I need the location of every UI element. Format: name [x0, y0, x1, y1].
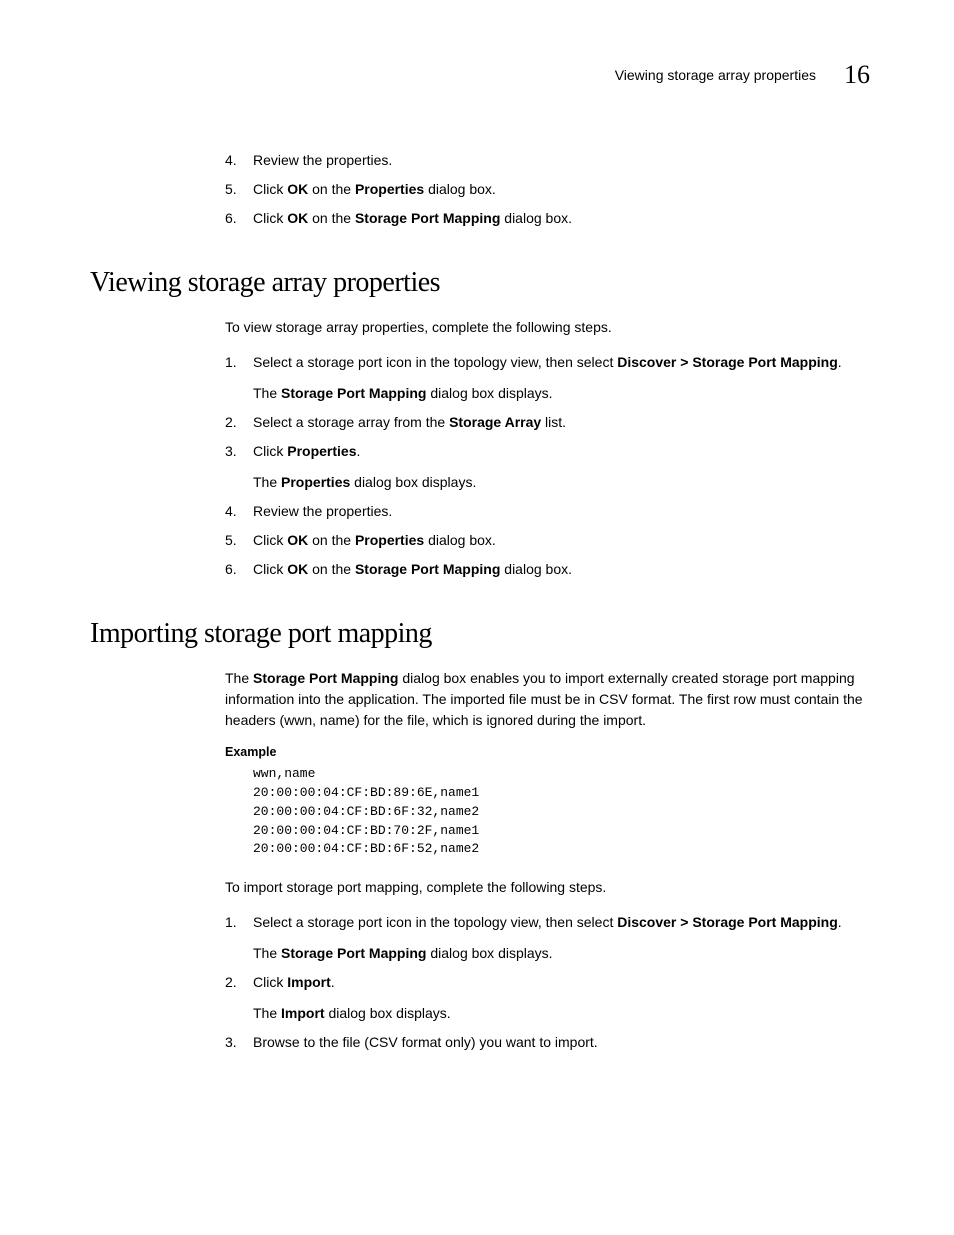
- step-1: 1. Select a storage port icon in the top…: [225, 912, 874, 964]
- header-title: Viewing storage array properties: [615, 67, 816, 83]
- section1-body: To view storage array properties, comple…: [225, 317, 874, 580]
- step-substep: The Storage Port Mapping dialog box disp…: [253, 943, 874, 964]
- step-5: 5.Click OK on the Properties dialog box.: [225, 530, 874, 551]
- step-text: Click OK on the Properties dialog box.: [253, 181, 496, 197]
- step-4: 4.Review the properties.: [225, 501, 874, 522]
- section2-body: The Storage Port Mapping dialog box enab…: [225, 668, 874, 1053]
- step-text: Select a storage port icon in the topolo…: [253, 914, 842, 930]
- step-text: Review the properties.: [253, 503, 392, 519]
- step-6: 6.Click OK on the Storage Port Mapping d…: [225, 208, 874, 229]
- step-6: 6.Click OK on the Storage Port Mapping d…: [225, 559, 874, 580]
- continuation-steps: 4.Review the properties. 5.Click OK on t…: [225, 150, 874, 229]
- section2-intro2: To import storage port mapping, complete…: [225, 877, 874, 898]
- step-text: Click Import.: [253, 974, 335, 990]
- section-heading-viewing: Viewing storage array properties: [90, 267, 874, 299]
- step-4: 4.Review the properties.: [225, 150, 874, 171]
- code-example: wwn,name 20:00:00:04:CF:BD:89:6E,name1 2…: [253, 765, 874, 859]
- step-substep: The Import dialog box displays.: [253, 1003, 874, 1024]
- step-text: Select a storage array from the Storage …: [253, 414, 566, 430]
- step-substep: The Properties dialog box displays.: [253, 472, 874, 493]
- chapter-number: 16: [844, 60, 870, 90]
- step-text: Click OK on the Storage Port Mapping dia…: [253, 210, 572, 226]
- step-text: Browse to the file (CSV format only) you…: [253, 1034, 598, 1050]
- step-text: Click Properties.: [253, 443, 360, 459]
- step-substep: The Storage Port Mapping dialog box disp…: [253, 383, 874, 404]
- section1-intro: To view storage array properties, comple…: [225, 317, 874, 338]
- section2-intro: The Storage Port Mapping dialog box enab…: [225, 668, 874, 731]
- step-text: Click OK on the Properties dialog box.: [253, 532, 496, 548]
- step-3: 3.Browse to the file (CSV format only) y…: [225, 1032, 874, 1053]
- step-3: 3. Click Properties. The Properties dial…: [225, 441, 874, 493]
- example-label: Example: [225, 745, 874, 759]
- step-text: Select a storage port icon in the topolo…: [253, 354, 842, 370]
- step-text: Click OK on the Storage Port Mapping dia…: [253, 561, 572, 577]
- step-1: 1. Select a storage port icon in the top…: [225, 352, 874, 404]
- page-header: Viewing storage array properties 16: [90, 60, 874, 90]
- step-5: 5.Click OK on the Properties dialog box.: [225, 179, 874, 200]
- step-text: Review the properties.: [253, 152, 392, 168]
- step-2: 2.Select a storage array from the Storag…: [225, 412, 874, 433]
- section-heading-importing: Importing storage port mapping: [90, 618, 874, 650]
- step-2: 2. Click Import. The Import dialog box d…: [225, 972, 874, 1024]
